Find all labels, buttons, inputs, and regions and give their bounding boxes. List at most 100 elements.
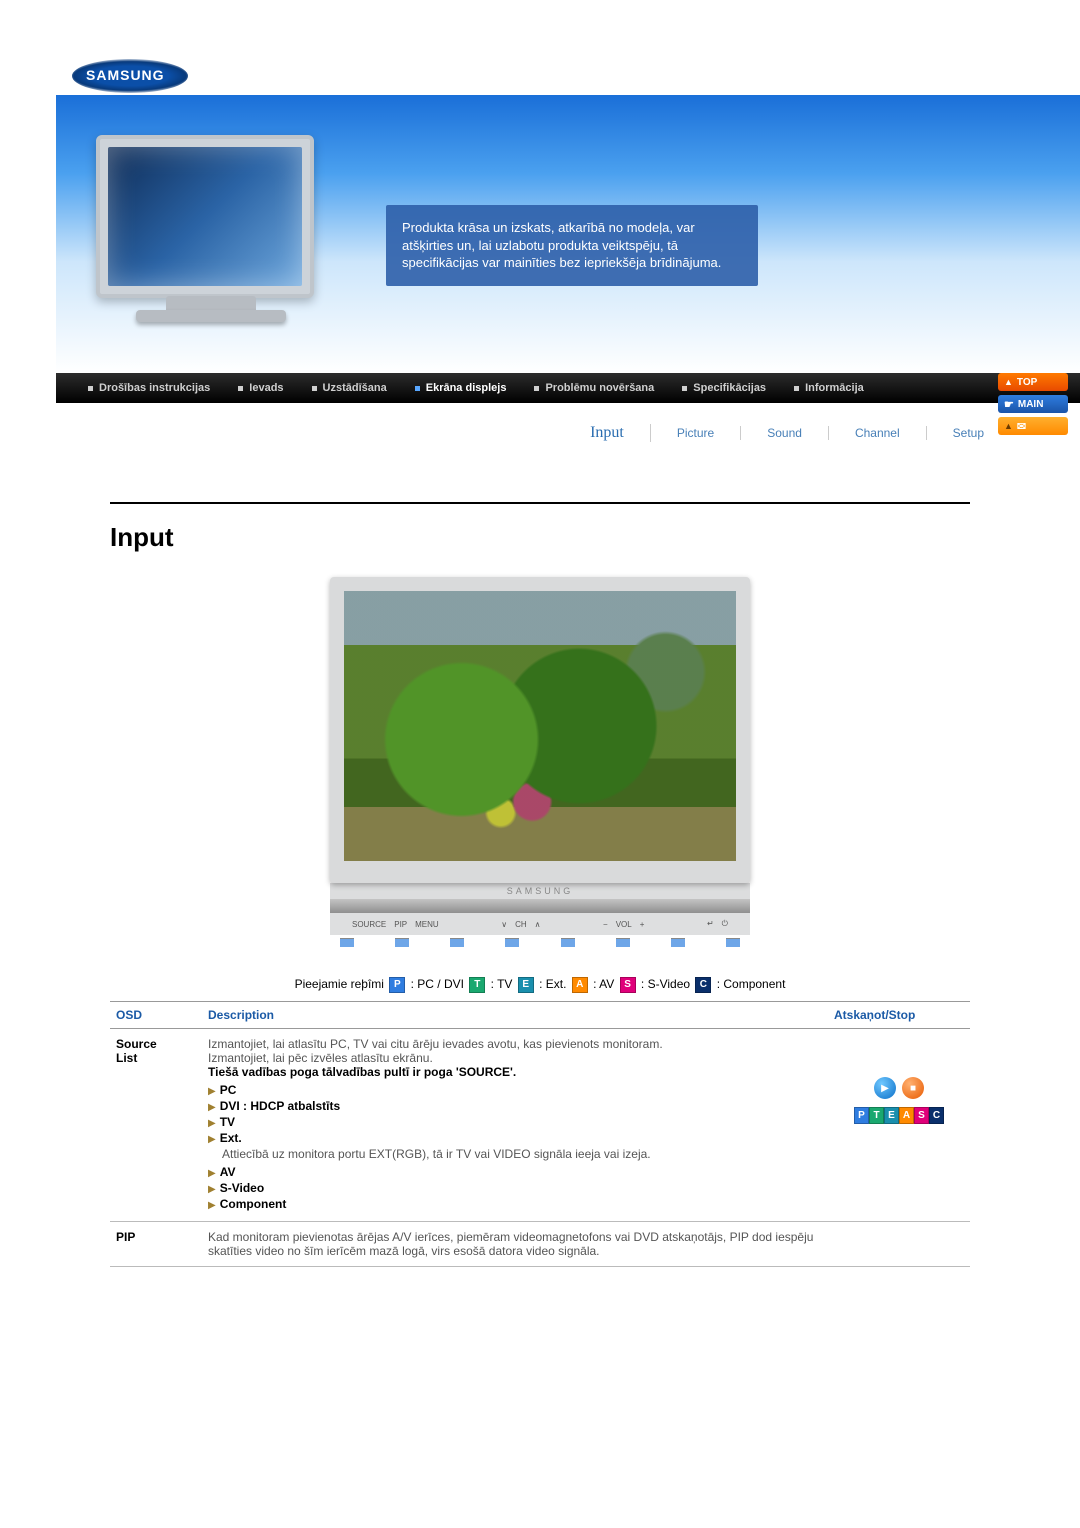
nav-item-label: Problēmu novēršana [545, 382, 654, 394]
up-arrow-icon [1004, 421, 1013, 432]
source-option: ▶S-Video [208, 1181, 822, 1195]
mode-badge: E [518, 977, 534, 993]
nav-item[interactable]: Informācija [780, 382, 878, 394]
stop-button[interactable]: ■ [902, 1077, 924, 1099]
available-modes-line: Pieejamie reþîmi P : PC / DVI T : TV E :… [110, 977, 970, 993]
header-region: SAMSUNG Produkta krāsa un izskats, atkar… [0, 45, 1080, 415]
col-osd: OSD [110, 1002, 202, 1029]
mail-icon [1017, 420, 1026, 433]
triangle-bullet-icon: ▶ [208, 1134, 216, 1145]
source-option: ▶Component [208, 1197, 822, 1211]
tv-btn-label: MENU [411, 920, 443, 929]
nav-bullet-icon [312, 386, 317, 391]
mode-badge: A [572, 977, 588, 993]
tv-ch-label: ∧ [531, 920, 545, 929]
subnav-item[interactable]: Sound [741, 426, 829, 440]
col-description: Description [202, 1002, 828, 1029]
play-stop-cell: ▶ ■ PTEASC [828, 1029, 970, 1222]
nav-item[interactable]: Problēmu novēršana [520, 382, 668, 394]
triangle-bullet-icon: ▶ [208, 1184, 216, 1195]
tv-brand-label: SAMSUNG [330, 883, 750, 899]
mode-badge: S [914, 1107, 929, 1124]
source-option: ▶TV [208, 1115, 822, 1129]
section-heading: Input [110, 522, 970, 553]
source-option: ▶DVI : HDCP atbalstīts [208, 1099, 822, 1113]
tv-vol-label: + [636, 920, 649, 929]
main-button[interactable]: MAIN [998, 395, 1068, 413]
mode-badge: S [620, 977, 636, 993]
source-options-list: ▶PC▶DVI : HDCP atbalstīts▶TV▶Ext.Attiecī… [208, 1083, 822, 1211]
mode-badge: T [469, 977, 485, 993]
play-button[interactable]: ▶ [874, 1077, 896, 1099]
hero-banner: Produkta krāsa un izskats, atkarībā no m… [56, 95, 1080, 373]
triangle-bullet-icon: ▶ [208, 1102, 216, 1113]
source-option: ▶AV [208, 1165, 822, 1179]
content-area: Input SAMSUNG SOURCEPIPMENU∨CH∧−VOL+↵⏻ P… [110, 502, 970, 1267]
description-cell: Izmantojiet, lai atlasītu PC, TV vai cit… [202, 1029, 828, 1222]
tv-front-controls: SOURCEPIPMENU∨CH∧−VOL+↵⏻ [330, 913, 750, 935]
tv-ch-label: ∨ [497, 920, 511, 929]
mode-badge: P [389, 977, 405, 993]
nav-item-label: Specifikācijas [693, 382, 766, 394]
nav-item-label: Ievads [249, 382, 283, 394]
tv-screen-image [344, 591, 736, 861]
triangle-bullet-icon: ▶ [208, 1086, 216, 1097]
brand-logo-text: SAMSUNG [86, 67, 165, 83]
osd-cell: PIP [110, 1222, 202, 1267]
mode-badge: E [884, 1107, 899, 1124]
mode-badges-strip: PTEASC [854, 1107, 944, 1124]
nav-item-label: Ekrāna displejs [426, 382, 507, 394]
subnav-item[interactable]: Channel [829, 426, 927, 440]
main-button-label: MAIN [1018, 399, 1044, 410]
source-option: ▶PC [208, 1083, 822, 1097]
tv-ch-label: CH [511, 920, 531, 929]
nav-item[interactable]: Ievads [224, 382, 297, 394]
triangle-bullet-icon: ▶ [208, 1168, 216, 1179]
nav-bullet-icon [88, 386, 93, 391]
tv-btn-label: PIP [390, 920, 411, 929]
source-option: ▶Ext. [208, 1131, 822, 1145]
osd-table: OSD Description Atskaņot/Stop SourceList… [110, 1001, 970, 1267]
brand-logo: SAMSUNG [72, 59, 188, 93]
nav-bullet-icon [238, 386, 243, 391]
nav-item-label: Drošības instrukcijas [99, 382, 210, 394]
hero-disclaimer-text: Produkta krāsa un izskats, atkarībā no m… [386, 205, 758, 286]
side-quick-buttons: TOP MAIN [998, 373, 1068, 435]
main-nav: Drošības instrukcijas Ievads Uzstādīšana Ek… [56, 373, 1080, 403]
tv-btn-label: SOURCE [348, 920, 390, 929]
nav-bullet-icon [534, 386, 539, 391]
subnav-item[interactable]: Input [564, 424, 651, 442]
page-root: SAMSUNG Produkta krāsa un izskats, atkar… [0, 45, 1080, 1267]
mode-badge: A [899, 1107, 914, 1124]
nav-item[interactable]: Ekrāna displejs [401, 382, 521, 394]
tv-power-icon: ⏻ [718, 919, 732, 928]
tv-enter-icon: ↵ [703, 919, 718, 928]
hero-monitor-illustration [96, 135, 326, 345]
mode-badge: T [869, 1107, 884, 1124]
tv-indicator-lamps [330, 935, 750, 947]
tv-illustration: SAMSUNG SOURCEPIPMENU∨CH∧−VOL+↵⏻ [330, 577, 750, 947]
osd-cell: SourceList [110, 1029, 202, 1222]
nav-item-label: Uzstādīšana [323, 382, 387, 394]
subnav-item[interactable]: Picture [651, 426, 741, 440]
top-button-label: TOP [1017, 377, 1037, 388]
tv-speaker-grille [330, 899, 750, 913]
play-stop-cell [828, 1222, 970, 1267]
mode-badge: C [929, 1107, 944, 1124]
description-cell: Kad monitoram pievienotas ārējas A/V ier… [202, 1222, 828, 1267]
tv-vol-label: − [599, 920, 612, 929]
product-figure: SAMSUNG SOURCEPIPMENU∨CH∧−VOL+↵⏻ [110, 577, 970, 947]
triangle-bullet-icon: ▶ [208, 1200, 216, 1211]
nav-item[interactable]: Drošības instrukcijas [74, 382, 224, 394]
section-subnav: InputPictureSoundChannelSetup [56, 419, 1080, 447]
nav-item[interactable]: Specifikācijas [668, 382, 780, 394]
nav-item[interactable]: Uzstādīšana [298, 382, 401, 394]
triangle-bullet-icon: ▶ [208, 1118, 216, 1129]
mail-button[interactable] [998, 417, 1068, 435]
nav-item-label: Informācija [805, 382, 864, 394]
nav-bullet-icon [415, 386, 420, 391]
top-button[interactable]: TOP [998, 373, 1068, 391]
table-row: PIPKad monitoram pievienotas ārējas A/V … [110, 1222, 970, 1267]
nav-bullet-icon [682, 386, 687, 391]
nav-bullet-icon [794, 386, 799, 391]
